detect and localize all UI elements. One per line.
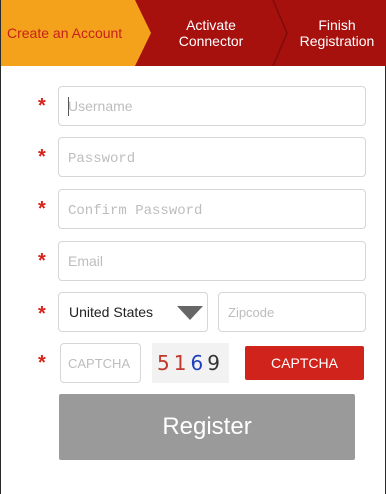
required-marker: * <box>38 146 46 168</box>
required-marker: * <box>38 198 46 220</box>
captcha-digit: 5 <box>157 351 174 375</box>
registration-screen: Create an Account Activate Connector Fin… <box>0 0 386 494</box>
step-create-account: Create an Account <box>1 0 151 66</box>
username-row: * <box>1 86 386 128</box>
step-finish-registration: Finish Registration <box>287 0 386 66</box>
email-row: * <box>1 241 386 283</box>
required-marker: * <box>38 250 46 272</box>
country-selected-value: United States <box>69 304 154 320</box>
location-row: * United States <box>1 292 386 334</box>
dropdown-arrow-icon <box>177 306 203 320</box>
step-activate-connector: Activate Connector <box>151 0 271 66</box>
confirm-password-row: * <box>1 189 386 231</box>
captcha-refresh-button[interactable]: CAPTCHA <box>245 346 364 380</box>
required-marker: * <box>38 352 46 374</box>
country-select[interactable]: United States <box>58 292 208 332</box>
step-label-line2: Registration <box>299 33 375 49</box>
email-input[interactable] <box>58 241 366 281</box>
captcha-row: * 5 1 6 9 CAPTCHA <box>1 343 386 385</box>
step-label-line1: Activate <box>186 17 236 33</box>
zipcode-input[interactable] <box>218 292 366 332</box>
username-input[interactable] <box>58 86 366 126</box>
required-marker: * <box>38 303 46 325</box>
registration-steps: Create an Account Activate Connector Fin… <box>1 0 386 66</box>
captcha-digit: 9 <box>207 351 224 375</box>
step-label: Create an Account <box>7 25 123 41</box>
password-row: * <box>1 137 386 179</box>
captcha-digit: 1 <box>173 351 191 375</box>
step-label-line2: Connector <box>178 33 244 49</box>
captcha-digit: 6 <box>190 351 208 375</box>
register-button[interactable]: Register <box>59 394 355 460</box>
password-input[interactable] <box>58 137 366 177</box>
step-label-line1: Finish <box>318 17 356 33</box>
captcha-input[interactable] <box>60 343 141 383</box>
required-marker: * <box>38 95 46 117</box>
text-cursor <box>68 97 69 116</box>
captcha-image: 5 1 6 9 <box>152 343 229 383</box>
confirm-password-input[interactable] <box>58 189 366 229</box>
